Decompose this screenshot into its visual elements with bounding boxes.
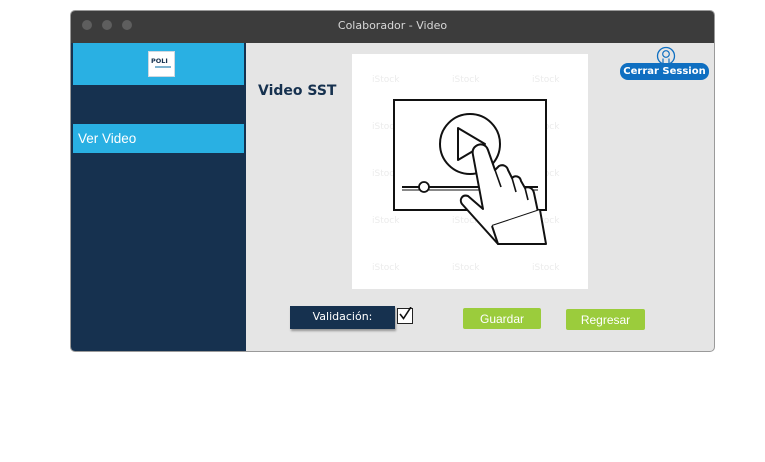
back-button[interactable]: Regresar [566, 309, 645, 330]
validation-checkbox[interactable] [397, 307, 413, 324]
poli-logo: POLI [148, 51, 175, 77]
checkmark-icon [399, 307, 412, 320]
save-button[interactable]: Guardar [463, 308, 541, 329]
logo-band: POLI [73, 43, 244, 85]
validation-label: Validación: [290, 306, 395, 329]
sidebar: POLI Ver Video [71, 43, 246, 351]
sidebar-item-ver-video[interactable]: Ver Video [73, 124, 244, 153]
svg-text:iStock: iStock [372, 216, 400, 226]
video-play-touch-icon: iStock iStock iStock iStock iStock iStock iS… [372, 75, 560, 273]
svg-text:iStock: iStock [452, 75, 480, 85]
svg-text:iStock: iStock [452, 263, 480, 273]
logo-text: POLI [151, 57, 168, 65]
app-window: Colaborador - Video POLI Ver Video Video… [70, 10, 715, 352]
video-panel[interactable]: iStock iStock iStock iStock iStock iStock iS… [352, 54, 588, 289]
title-bar: Colaborador - Video [71, 11, 714, 43]
window-title: Colaborador - Video [337, 19, 448, 32]
svg-text:iStock: iStock [372, 263, 400, 273]
svg-text:iStock: iStock [532, 75, 560, 85]
svg-text:iStock: iStock [532, 263, 560, 273]
svg-text:iStock: iStock [372, 75, 400, 85]
page-title: Video SST [258, 83, 337, 99]
logout-button[interactable]: Cerrar Session [620, 63, 709, 80]
